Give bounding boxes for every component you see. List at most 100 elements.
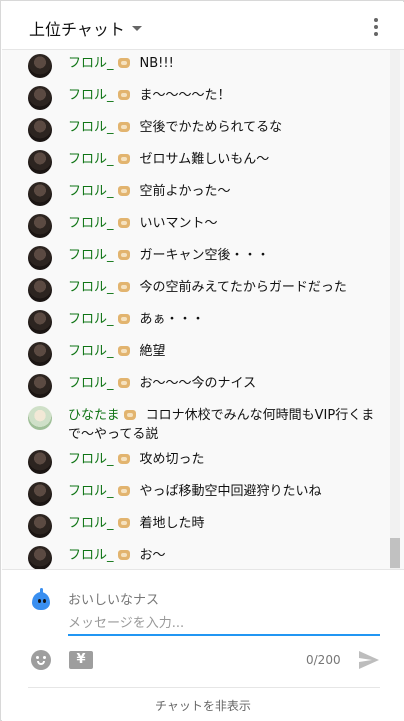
chat-header: 上位チャット: [2, 2, 404, 50]
avatar[interactable]: [28, 150, 52, 174]
avatar[interactable]: [28, 86, 52, 110]
message-body: フロル_ いいマント～: [68, 214, 218, 233]
chat-message[interactable]: ひなたま コロナ休校でみんな何時間もVIP行くまで～やってる説: [28, 406, 382, 444]
chat-mode-dropdown[interactable]: 上位チャット: [29, 16, 142, 40]
avatar[interactable]: [28, 246, 52, 270]
avatar[interactable]: [28, 342, 52, 366]
message-body: フロル_ 絶望: [68, 342, 166, 361]
author-name[interactable]: フロル_: [68, 56, 114, 71]
author-name[interactable]: フロル_: [68, 484, 114, 499]
message-text: 攻め切った: [139, 452, 205, 467]
emoji-icon[interactable]: [31, 650, 51, 670]
author-name[interactable]: フロル_: [68, 516, 114, 531]
member-badge-icon: [117, 378, 130, 388]
avatar[interactable]: [28, 450, 52, 474]
message-body: フロル_ お～: [68, 546, 166, 565]
member-badge-icon: [117, 346, 130, 356]
avatar[interactable]: [28, 278, 52, 302]
member-badge-icon: [117, 154, 130, 164]
author-name[interactable]: フロル_: [68, 376, 114, 391]
author-name[interactable]: フロル_: [68, 152, 114, 167]
chat-message[interactable]: フロル_ 絶望: [28, 342, 382, 366]
member-badge-icon: [117, 250, 130, 260]
avatar[interactable]: [28, 310, 52, 334]
message-text: ま～～～～た！: [139, 88, 231, 103]
chat-message[interactable]: フロル_ 空後でかためられてるな: [28, 118, 382, 142]
message-text: 絶望: [139, 344, 166, 359]
message-text: NB!!!: [139, 56, 174, 71]
chat-message[interactable]: フロル_ ガーキャン空後・・・: [28, 246, 382, 270]
member-badge-icon: [117, 186, 130, 196]
author-name[interactable]: フロル_: [68, 280, 114, 295]
member-badge-icon: [117, 314, 130, 324]
chat-message[interactable]: フロル_ 攻め切った: [28, 450, 382, 474]
message-text: 空後でかためられてるな: [139, 120, 283, 135]
message-body: フロル_ ま～～～～た！: [68, 86, 231, 105]
author-name[interactable]: フロル_: [68, 548, 114, 563]
avatar[interactable]: [28, 514, 52, 538]
live-chat-panel: 上位チャット フロル_ NB!!! フロル_ ま～～～～た！ フロル_ 空後でかためられて…: [0, 0, 404, 721]
message-body: フロル_ 今の空前みえてたからガードだった: [68, 278, 347, 297]
chat-message[interactable]: フロル_ お～～～今のナイス: [28, 374, 382, 398]
avatar[interactable]: [28, 54, 52, 78]
member-badge-icon: [117, 518, 130, 528]
chat-message[interactable]: フロル_ NB!!!: [28, 54, 382, 78]
chat-mode-label: 上位チャット: [29, 20, 125, 39]
author-name[interactable]: フロル_: [68, 120, 114, 135]
member-badge-icon: [117, 550, 130, 560]
author-name[interactable]: フロル_: [68, 452, 114, 467]
chat-message[interactable]: フロル_ お～: [28, 546, 382, 569]
chat-message[interactable]: フロル_ 着地した時: [28, 514, 382, 538]
author-name[interactable]: フロル_: [68, 248, 114, 263]
message-text: 空前よかった～: [139, 184, 231, 199]
message-input[interactable]: [68, 612, 380, 636]
avatar[interactable]: [28, 546, 52, 569]
chat-scrollbar[interactable]: [390, 50, 400, 569]
message-text: あぁ・・・: [139, 312, 205, 327]
member-badge-icon: [117, 218, 130, 228]
chat-message[interactable]: フロル_ 空前よかった～: [28, 182, 382, 206]
member-badge-icon: [123, 410, 136, 420]
avatar[interactable]: [28, 182, 52, 206]
member-badge-icon: [117, 58, 130, 68]
message-body: フロル_ お～～～今のナイス: [68, 374, 256, 393]
chat-message[interactable]: フロル_ ゼロサム難しいもん～: [28, 150, 382, 174]
message-text: いいマント～: [139, 216, 218, 231]
more-options-icon[interactable]: [373, 18, 379, 36]
my-avatar: [29, 588, 53, 612]
chat-message[interactable]: フロル_ やっぱ移動空中回避狩りたいね: [28, 482, 382, 506]
my-username: おいしいなナス: [68, 593, 160, 608]
message-body: フロル_ 空後でかためられてるな: [68, 118, 282, 137]
super-chat-yen-button[interactable]: ¥: [69, 651, 93, 669]
chat-message[interactable]: フロル_ あぁ・・・: [28, 310, 382, 334]
avatar[interactable]: [28, 118, 52, 142]
chat-message-list[interactable]: フロル_ NB!!! フロル_ ま～～～～た！ フロル_ 空後でかためられてるなフロル_ ゼ…: [2, 50, 404, 569]
member-badge-icon: [117, 486, 130, 496]
message-body: フロル_ NB!!!: [68, 54, 174, 73]
chat-message[interactable]: フロル_ 今の空前みえてたからガードだった: [28, 278, 382, 302]
hide-chat-button[interactable]: チャットを非表示: [2, 697, 404, 714]
message-body: ひなたま コロナ休校でみんな何時間もVIP行くまで～やってる説: [68, 406, 382, 444]
message-text: ガーキャン空後・・・: [139, 248, 270, 263]
chat-message[interactable]: フロル_ いいマント～: [28, 214, 382, 238]
avatar[interactable]: [28, 406, 52, 430]
character-counter: 0/200: [306, 653, 341, 667]
member-badge-icon: [117, 122, 130, 132]
author-name[interactable]: フロル_: [68, 216, 114, 231]
member-badge-icon: [117, 282, 130, 292]
avatar[interactable]: [28, 374, 52, 398]
member-badge-icon: [117, 454, 130, 464]
chat-message[interactable]: フロル_ ま～～～～た！: [28, 86, 382, 110]
author-name[interactable]: フロル_: [68, 344, 114, 359]
author-name[interactable]: フロル_: [68, 312, 114, 327]
avatar[interactable]: [28, 482, 52, 506]
author-name[interactable]: ひなたま: [68, 408, 120, 423]
send-icon[interactable]: [357, 650, 381, 670]
avatar[interactable]: [28, 214, 52, 238]
author-name[interactable]: フロル_: [68, 88, 114, 103]
caret-down-icon: [131, 25, 142, 31]
message-text: 着地した時: [139, 516, 205, 531]
author-name[interactable]: フロル_: [68, 184, 114, 199]
scrollbar-thumb[interactable]: [390, 538, 400, 568]
message-text: やっぱ移動空中回避狩りたいね: [139, 484, 322, 499]
